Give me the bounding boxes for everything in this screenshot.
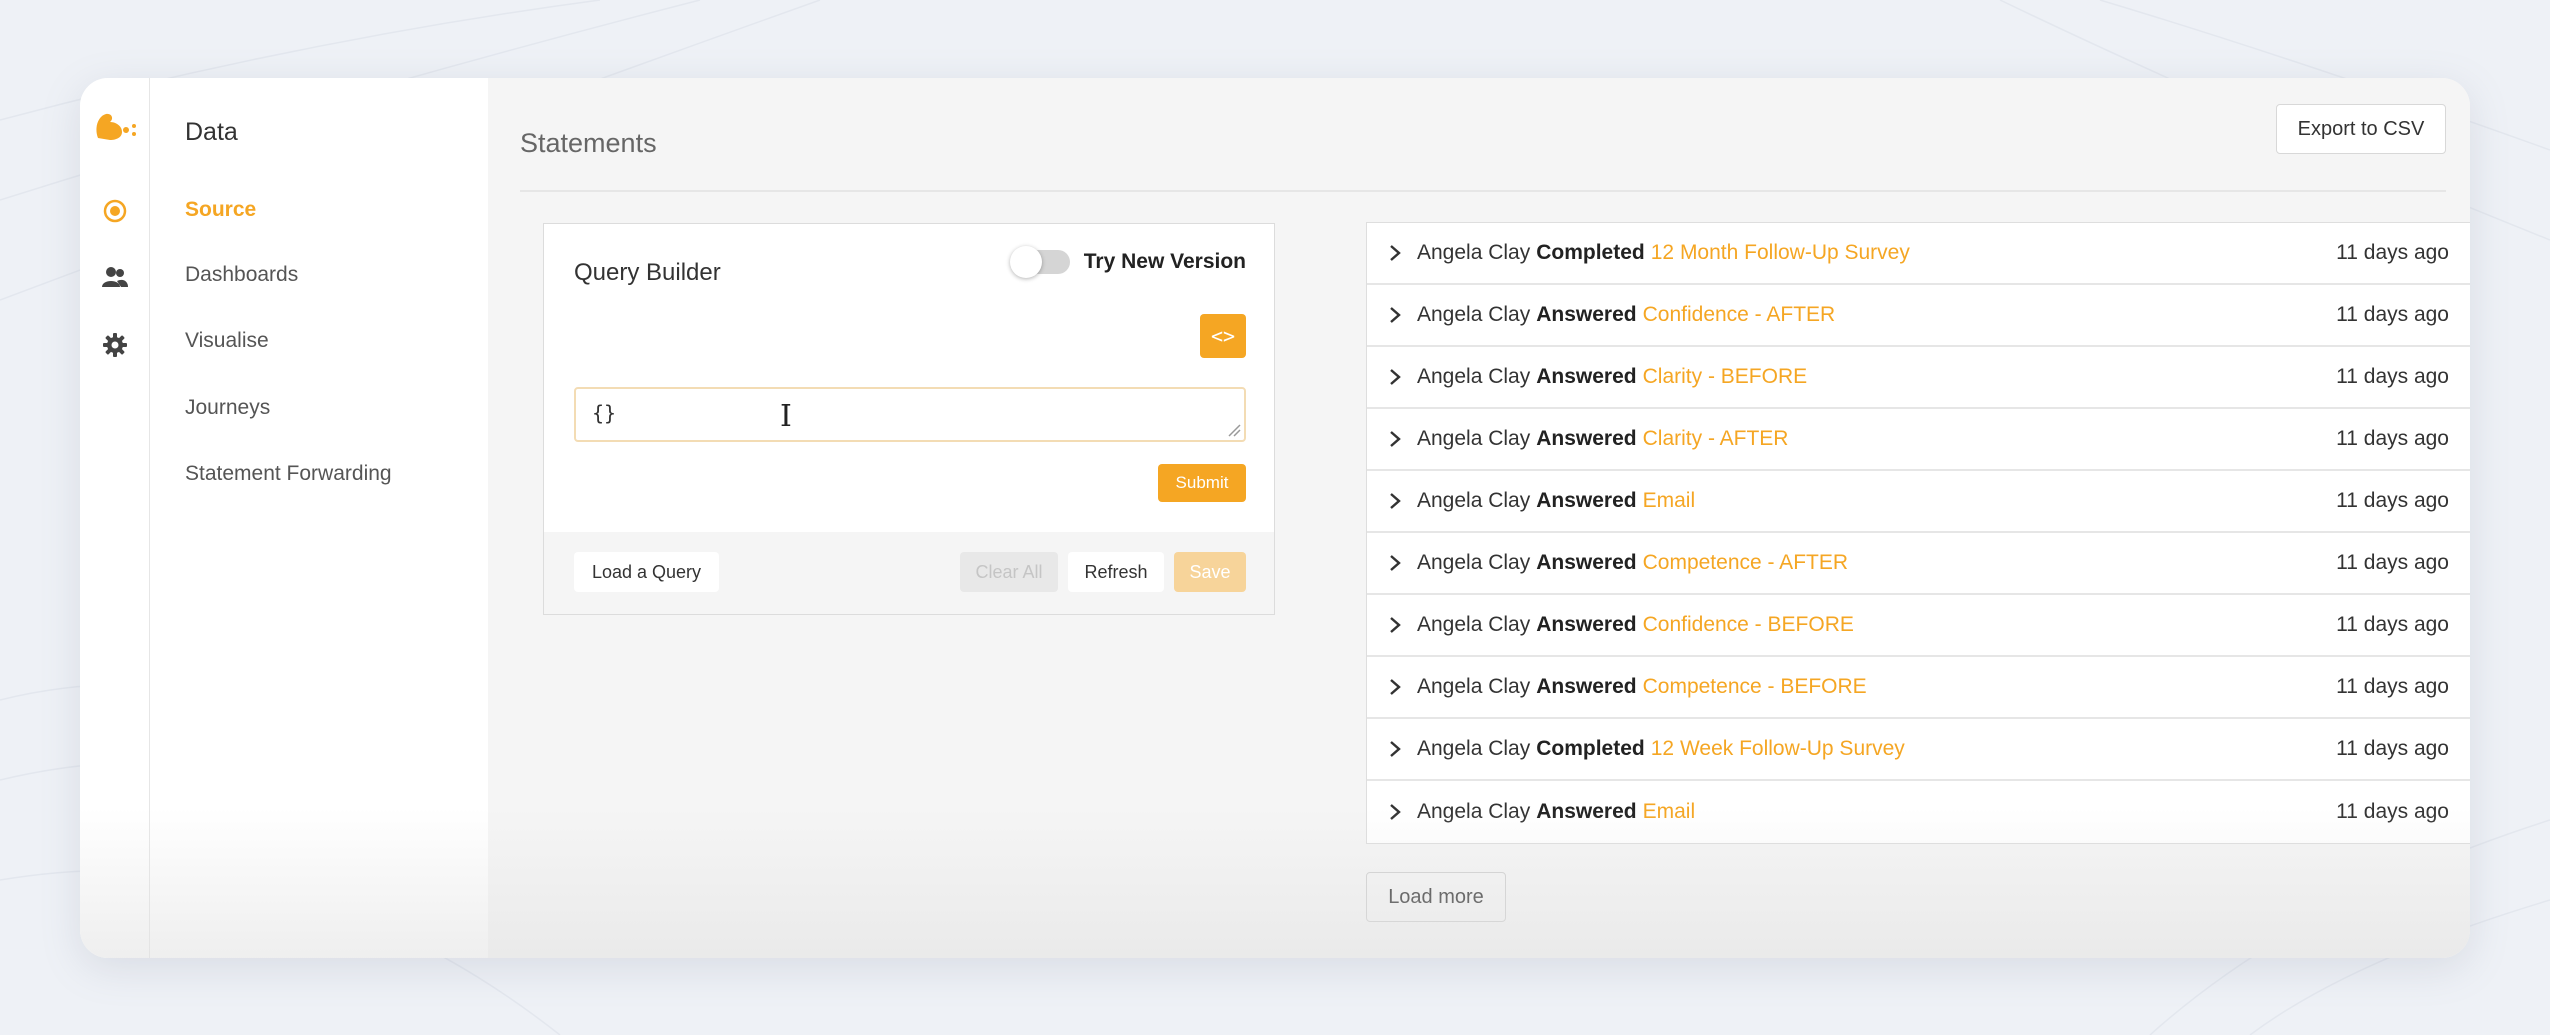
- statement-verb: Answered: [1536, 800, 1637, 823]
- new-version-toggle-group: Try New Version: [1009, 246, 1246, 278]
- statement-verb: Answered: [1536, 613, 1637, 636]
- source-icon[interactable]: [80, 198, 150, 224]
- chevron-right-icon[interactable]: [1389, 803, 1403, 821]
- statement-time: 11 days ago: [2336, 613, 2449, 636]
- submit-button[interactable]: Submit: [1158, 464, 1246, 502]
- statement-actor: Angela Clay: [1417, 489, 1531, 512]
- statement-object: Confidence - BEFORE: [1642, 613, 1854, 636]
- statement-time: 11 days ago: [2336, 737, 2449, 760]
- statement-row[interactable]: Angela Clay Answered Email 11 days ago: [1367, 781, 2470, 843]
- statement-verb: Answered: [1536, 365, 1637, 388]
- statement-actor: Angela Clay: [1417, 613, 1531, 636]
- squirrel-logo-icon[interactable]: [80, 110, 150, 144]
- statement-actor: Angela Clay: [1417, 800, 1531, 823]
- statement-object: 12 Week Follow-Up Survey: [1650, 737, 1905, 760]
- statement-verb: Answered: [1536, 427, 1637, 450]
- new-version-toggle[interactable]: [1009, 246, 1070, 278]
- statement-time: 11 days ago: [2336, 800, 2449, 823]
- statement-actor: Angela Clay: [1417, 365, 1531, 388]
- statement-row[interactable]: Angela Clay Completed 12 Month Follow-Up…: [1367, 223, 2470, 285]
- statement-actor: Angela Clay: [1417, 675, 1531, 698]
- statement-time: 11 days ago: [2336, 675, 2449, 698]
- statement-time: 11 days ago: [2336, 551, 2449, 574]
- chevron-right-icon[interactable]: [1389, 306, 1403, 324]
- statement-actor: Angela Clay: [1417, 241, 1531, 264]
- statement-time: 11 days ago: [2336, 427, 2449, 450]
- load-query-button[interactable]: Load a Query: [574, 552, 719, 592]
- statement-object: Clarity - BEFORE: [1642, 365, 1808, 388]
- nav-title: Data: [185, 118, 238, 146]
- chevron-right-icon[interactable]: [1389, 244, 1403, 262]
- statement-object: 12 Month Follow-Up Survey: [1650, 241, 1910, 264]
- chevron-right-icon[interactable]: [1389, 678, 1403, 696]
- people-icon[interactable]: [80, 265, 150, 289]
- header-divider: [520, 190, 2446, 192]
- statement-object: Confidence - AFTER: [1642, 303, 1836, 326]
- code-view-button[interactable]: <>: [1200, 314, 1246, 358]
- statement-verb: Completed: [1536, 241, 1645, 264]
- chevron-right-icon[interactable]: [1389, 554, 1403, 572]
- statement-object: Email: [1642, 489, 1696, 512]
- statement-row[interactable]: Angela Clay Answered Confidence - AFTER …: [1367, 285, 2470, 347]
- load-more-button[interactable]: Load more: [1366, 872, 1506, 922]
- main-content: Statements Export to CSV Query Builder T…: [488, 78, 2470, 958]
- statement-time: 11 days ago: [2336, 241, 2449, 264]
- sidebar-item-visualise[interactable]: Visualise: [185, 329, 269, 353]
- clear-all-button[interactable]: Clear All: [960, 552, 1058, 592]
- statement-verb: Answered: [1536, 675, 1637, 698]
- statement-row[interactable]: Angela Clay Answered Competence - BEFORE…: [1367, 657, 2470, 719]
- statement-time: 11 days ago: [2336, 303, 2449, 326]
- statement-object: Clarity - AFTER: [1642, 427, 1789, 450]
- toggle-label: Try New Version: [1083, 250, 1246, 273]
- sidebar-item-dashboards[interactable]: Dashboards: [185, 263, 298, 287]
- statements-list: Angela Clay Completed 12 Month Follow-Up…: [1366, 222, 2470, 844]
- query-builder-panel: Query Builder Try New Version <> {} I Su…: [543, 223, 1275, 615]
- page-title: Statements: [520, 128, 657, 158]
- refresh-button[interactable]: Refresh: [1068, 552, 1164, 592]
- text-cursor-icon: I: [780, 399, 792, 434]
- chevron-right-icon[interactable]: [1389, 430, 1403, 448]
- statement-row[interactable]: Angela Clay Answered Clarity - BEFORE 11…: [1367, 347, 2470, 409]
- app-window: Data Source Dashboards Visualise Journey…: [80, 78, 2470, 958]
- statement-verb: Completed: [1536, 737, 1645, 760]
- statement-time: 11 days ago: [2336, 365, 2449, 388]
- statement-object: Competence - BEFORE: [1642, 675, 1867, 698]
- chevron-right-icon[interactable]: [1389, 492, 1403, 510]
- chevron-right-icon[interactable]: [1389, 740, 1403, 758]
- statement-verb: Answered: [1536, 551, 1637, 574]
- statement-row[interactable]: Angela Clay Answered Clarity - AFTER 11 …: [1367, 409, 2470, 471]
- statement-verb: Answered: [1536, 303, 1637, 326]
- resize-grip-icon[interactable]: [1227, 423, 1241, 437]
- statement-row[interactable]: Angela Clay Answered Confidence - BEFORE…: [1367, 595, 2470, 657]
- statement-row[interactable]: Angela Clay Answered Competence - AFTER …: [1367, 533, 2470, 595]
- sidebar-item-statement-forwarding[interactable]: Statement Forwarding: [185, 462, 392, 486]
- statement-row[interactable]: Angela Clay Completed 12 Week Follow-Up …: [1367, 719, 2470, 781]
- sidebar-item-journeys[interactable]: Journeys: [185, 396, 270, 420]
- query-input[interactable]: {}: [574, 387, 1246, 442]
- query-builder-title: Query Builder: [574, 259, 721, 286]
- chevron-right-icon[interactable]: [1389, 616, 1403, 634]
- statement-object: Competence - AFTER: [1642, 551, 1849, 574]
- statement-verb: Answered: [1536, 489, 1637, 512]
- sidebar-nav: Data Source Dashboards Visualise Journey…: [150, 78, 488, 958]
- save-button[interactable]: Save: [1174, 552, 1246, 592]
- statement-actor: Angela Clay: [1417, 737, 1531, 760]
- gear-icon[interactable]: [80, 332, 150, 358]
- toggle-knob: [1009, 246, 1042, 278]
- statement-actor: Angela Clay: [1417, 551, 1531, 574]
- export-csv-button[interactable]: Export to CSV: [2276, 104, 2446, 154]
- query-builder-footer: Load a Query Clear All Refresh Save: [544, 532, 1274, 614]
- sidebar-item-source[interactable]: Source: [185, 198, 256, 222]
- statement-row[interactable]: Angela Clay Answered Email 11 days ago: [1367, 471, 2470, 533]
- statement-object: Email: [1642, 800, 1696, 823]
- statement-actor: Angela Clay: [1417, 303, 1531, 326]
- statement-actor: Angela Clay: [1417, 427, 1531, 450]
- icon-rail: [80, 78, 150, 958]
- chevron-right-icon[interactable]: [1389, 368, 1403, 386]
- statement-time: 11 days ago: [2336, 489, 2449, 512]
